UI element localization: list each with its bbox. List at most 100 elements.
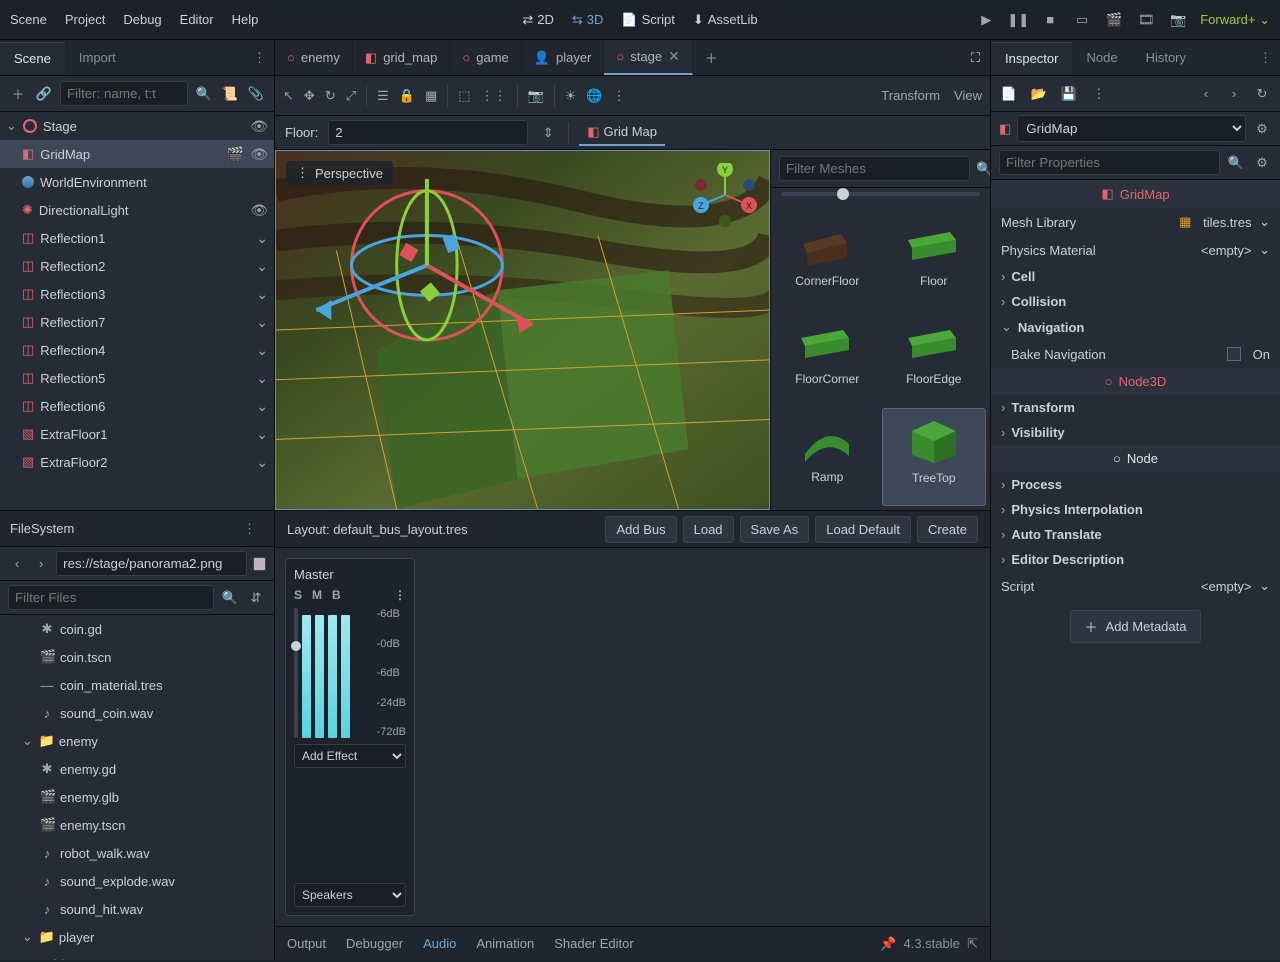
insp-dock-options-icon[interactable]: ⋮ [1251,50,1280,66]
tree-node-extrafloor1[interactable]: ▧ExtraFloor1⌄ [0,420,274,448]
tree-node-reflection4[interactable]: ◫Reflection4⌄ [0,336,274,364]
prop-mesh-library[interactable]: Mesh Library ▦ tiles.tres ⌄ [991,208,1280,236]
class-header-node[interactable]: ○Node [991,445,1280,472]
tree-node-stage[interactable]: ⌄Stage👁 [0,112,274,140]
switch-assetlib[interactable]: ⬇AssetLib [693,12,758,28]
tree-node-extrafloor2[interactable]: ▧ExtraFloor2⌄ [0,448,274,476]
bus-output-dropdown[interactable]: Speakers [294,883,406,907]
menu-editor[interactable]: Editor [180,12,214,27]
btab-output[interactable]: Output [287,936,326,951]
file-bullet[interactable]: ›📁bullet [0,951,274,960]
insp-more-icon[interactable]: ⋮ [1089,84,1109,104]
tab-scene[interactable]: Scene [0,42,65,74]
stop-icon[interactable]: ■ [1040,10,1060,30]
tree-node-worldenvironment[interactable]: WorldEnvironment [0,168,274,196]
bus-solo[interactable]: S [294,588,302,602]
audio-btn-load[interactable]: Load [683,516,734,543]
class-header-node3d[interactable]: ○Node3D [991,368,1280,395]
add-metadata-button[interactable]: ＋Add Metadata [1070,610,1202,643]
bus-mute[interactable]: M [312,588,322,602]
floor-spinner-icon[interactable]: ⇕ [538,123,558,143]
script-icon[interactable]: 📜 [220,84,240,104]
play-scene-icon[interactable]: 🎬 [1104,10,1124,30]
file-enemy-tscn[interactable]: 🎬enemy.tscn [0,811,274,839]
snap-tool-icon[interactable]: ⋮⋮ [481,88,507,104]
tree-node-reflection7[interactable]: ◫Reflection7⌄ [0,308,274,336]
path-back-icon[interactable]: ‹ [8,554,26,574]
insp-save-icon[interactable]: 💾 [1059,84,1079,104]
view-menu[interactable]: View [954,88,982,103]
visibility-icon[interactable]: 👁 [250,202,268,219]
mesh-filter-input[interactable] [779,156,970,181]
scene-tree[interactable]: ⌄Stage👁◧GridMap🎬👁WorldEnvironment✺Direct… [0,112,274,510]
dock-options-icon[interactable]: ⋮ [245,50,274,66]
path-input[interactable] [56,551,247,576]
bus-effect-dropdown[interactable]: Add Effect [294,744,406,768]
more-tool-icon[interactable]: ⋮ [613,88,626,104]
file-coin-tscn[interactable]: 🎬coin.tscn [0,643,274,671]
file-coin-gd[interactable]: ✱coin.gd [0,615,274,643]
bus-bypass[interactable]: B [332,588,341,602]
prop-settings-icon[interactable]: ⚙ [1252,153,1272,173]
sun-tool-icon[interactable]: ☀ [565,88,577,104]
chevron-icon[interactable]: ⌄ [256,426,268,443]
fs-dock-options-icon[interactable]: ⋮ [235,521,264,537]
file-sound_coin-wav[interactable]: ♪sound_coin.wav [0,699,274,727]
chevron-icon[interactable]: ⌄ [256,314,268,331]
distraction-free-icon[interactable]: ⛶ [961,50,990,66]
section-navigation[interactable]: Navigation [991,314,1280,340]
add-node-icon[interactable]: ＋ [8,84,28,104]
menu-scene[interactable]: Scene [10,12,47,27]
section-collision[interactable]: Collision [991,289,1280,314]
file-search-icon[interactable]: 🔍 [220,588,240,608]
chevron-icon[interactable]: ⌄ [256,370,268,387]
prop-search-icon[interactable]: 🔍 [1226,153,1246,173]
tree-node-reflection1[interactable]: ◫Reflection1⌄ [0,224,274,252]
mesh-floor[interactable]: Floor [882,212,987,308]
mesh-flooredge[interactable]: FloorEdge [882,310,987,406]
tab-history[interactable]: History [1132,42,1200,73]
class-header-gridmap[interactable]: ◧GridMap [991,180,1280,208]
tab-import[interactable]: Import [65,42,130,73]
group-tool-icon[interactable]: ▦ [425,88,437,104]
mesh-zoom-slider[interactable] [771,188,990,208]
file-sound_explode-wav[interactable]: ♪sound_explode.wav [0,867,274,895]
file-player[interactable]: ⌄📁player [0,923,274,951]
file-robot_walk-wav[interactable]: ♪robot_walk.wav [0,839,274,867]
tab-inspector[interactable]: Inspector [991,42,1072,74]
audio-btn-load-default[interactable]: Load Default [815,516,911,543]
move-tool-icon[interactable]: ✥ [304,88,315,104]
chevron-icon[interactable]: ⌄ [256,230,268,247]
section-editor-desc[interactable]: Editor Description [991,547,1280,572]
chevron-icon[interactable]: ⌄ [256,454,268,471]
transform-menu[interactable]: Transform [881,88,940,103]
tree-node-reflection5[interactable]: ◫Reflection5⌄ [0,364,274,392]
tree-node-gridmap[interactable]: ◧GridMap🎬👁 [0,140,274,168]
prop-script[interactable]: Script <empty> ⌄ [991,572,1280,600]
lock-tool-icon[interactable]: 🔒 [399,88,415,104]
pause-icon[interactable]: ❚❚ [1008,10,1028,30]
audio-btn-save-as[interactable]: Save As [740,516,810,543]
inspected-node-dropdown[interactable]: GridMap [1017,115,1246,142]
instance-icon[interactable]: 🔗 [34,84,54,104]
section-cell[interactable]: Cell [991,264,1280,289]
property-filter-input[interactable] [999,150,1220,175]
chevron-icon[interactable]: ⌄ [256,342,268,359]
pin-icon[interactable]: 📌 [880,936,896,951]
camera-tool-icon[interactable]: 📷 [528,88,544,104]
scene-tab-stage[interactable]: ○ stage ✕ [604,40,692,75]
tree-node-reflection3[interactable]: ◫Reflection3⌄ [0,280,274,308]
rotate-tool-icon[interactable]: ↻ [325,88,336,104]
scene-tab-enemy[interactable]: ○ enemy [275,40,353,75]
chevron-icon[interactable]: ⌄ [256,398,268,415]
chevron-icon[interactable]: ⌄ [256,286,268,303]
axis-gizmo[interactable]: Y X Z [693,163,757,227]
section-visibility[interactable]: Visibility [991,420,1280,445]
tree-node-directionallight[interactable]: ✺DirectionalLight👁 [0,196,274,224]
bus-meter[interactable]: -6dB -0dB -6dB -24dB -72dB [294,608,406,738]
expand-bottom-icon[interactable]: ⇱ [967,936,978,951]
search-icon[interactable]: 🔍 [194,84,214,104]
3d-viewport[interactable]: ⋮ Perspective Y X Z [275,150,770,510]
insp-fwd-icon[interactable]: › [1224,84,1244,104]
insp-new-icon[interactable]: 📄 [999,84,1019,104]
